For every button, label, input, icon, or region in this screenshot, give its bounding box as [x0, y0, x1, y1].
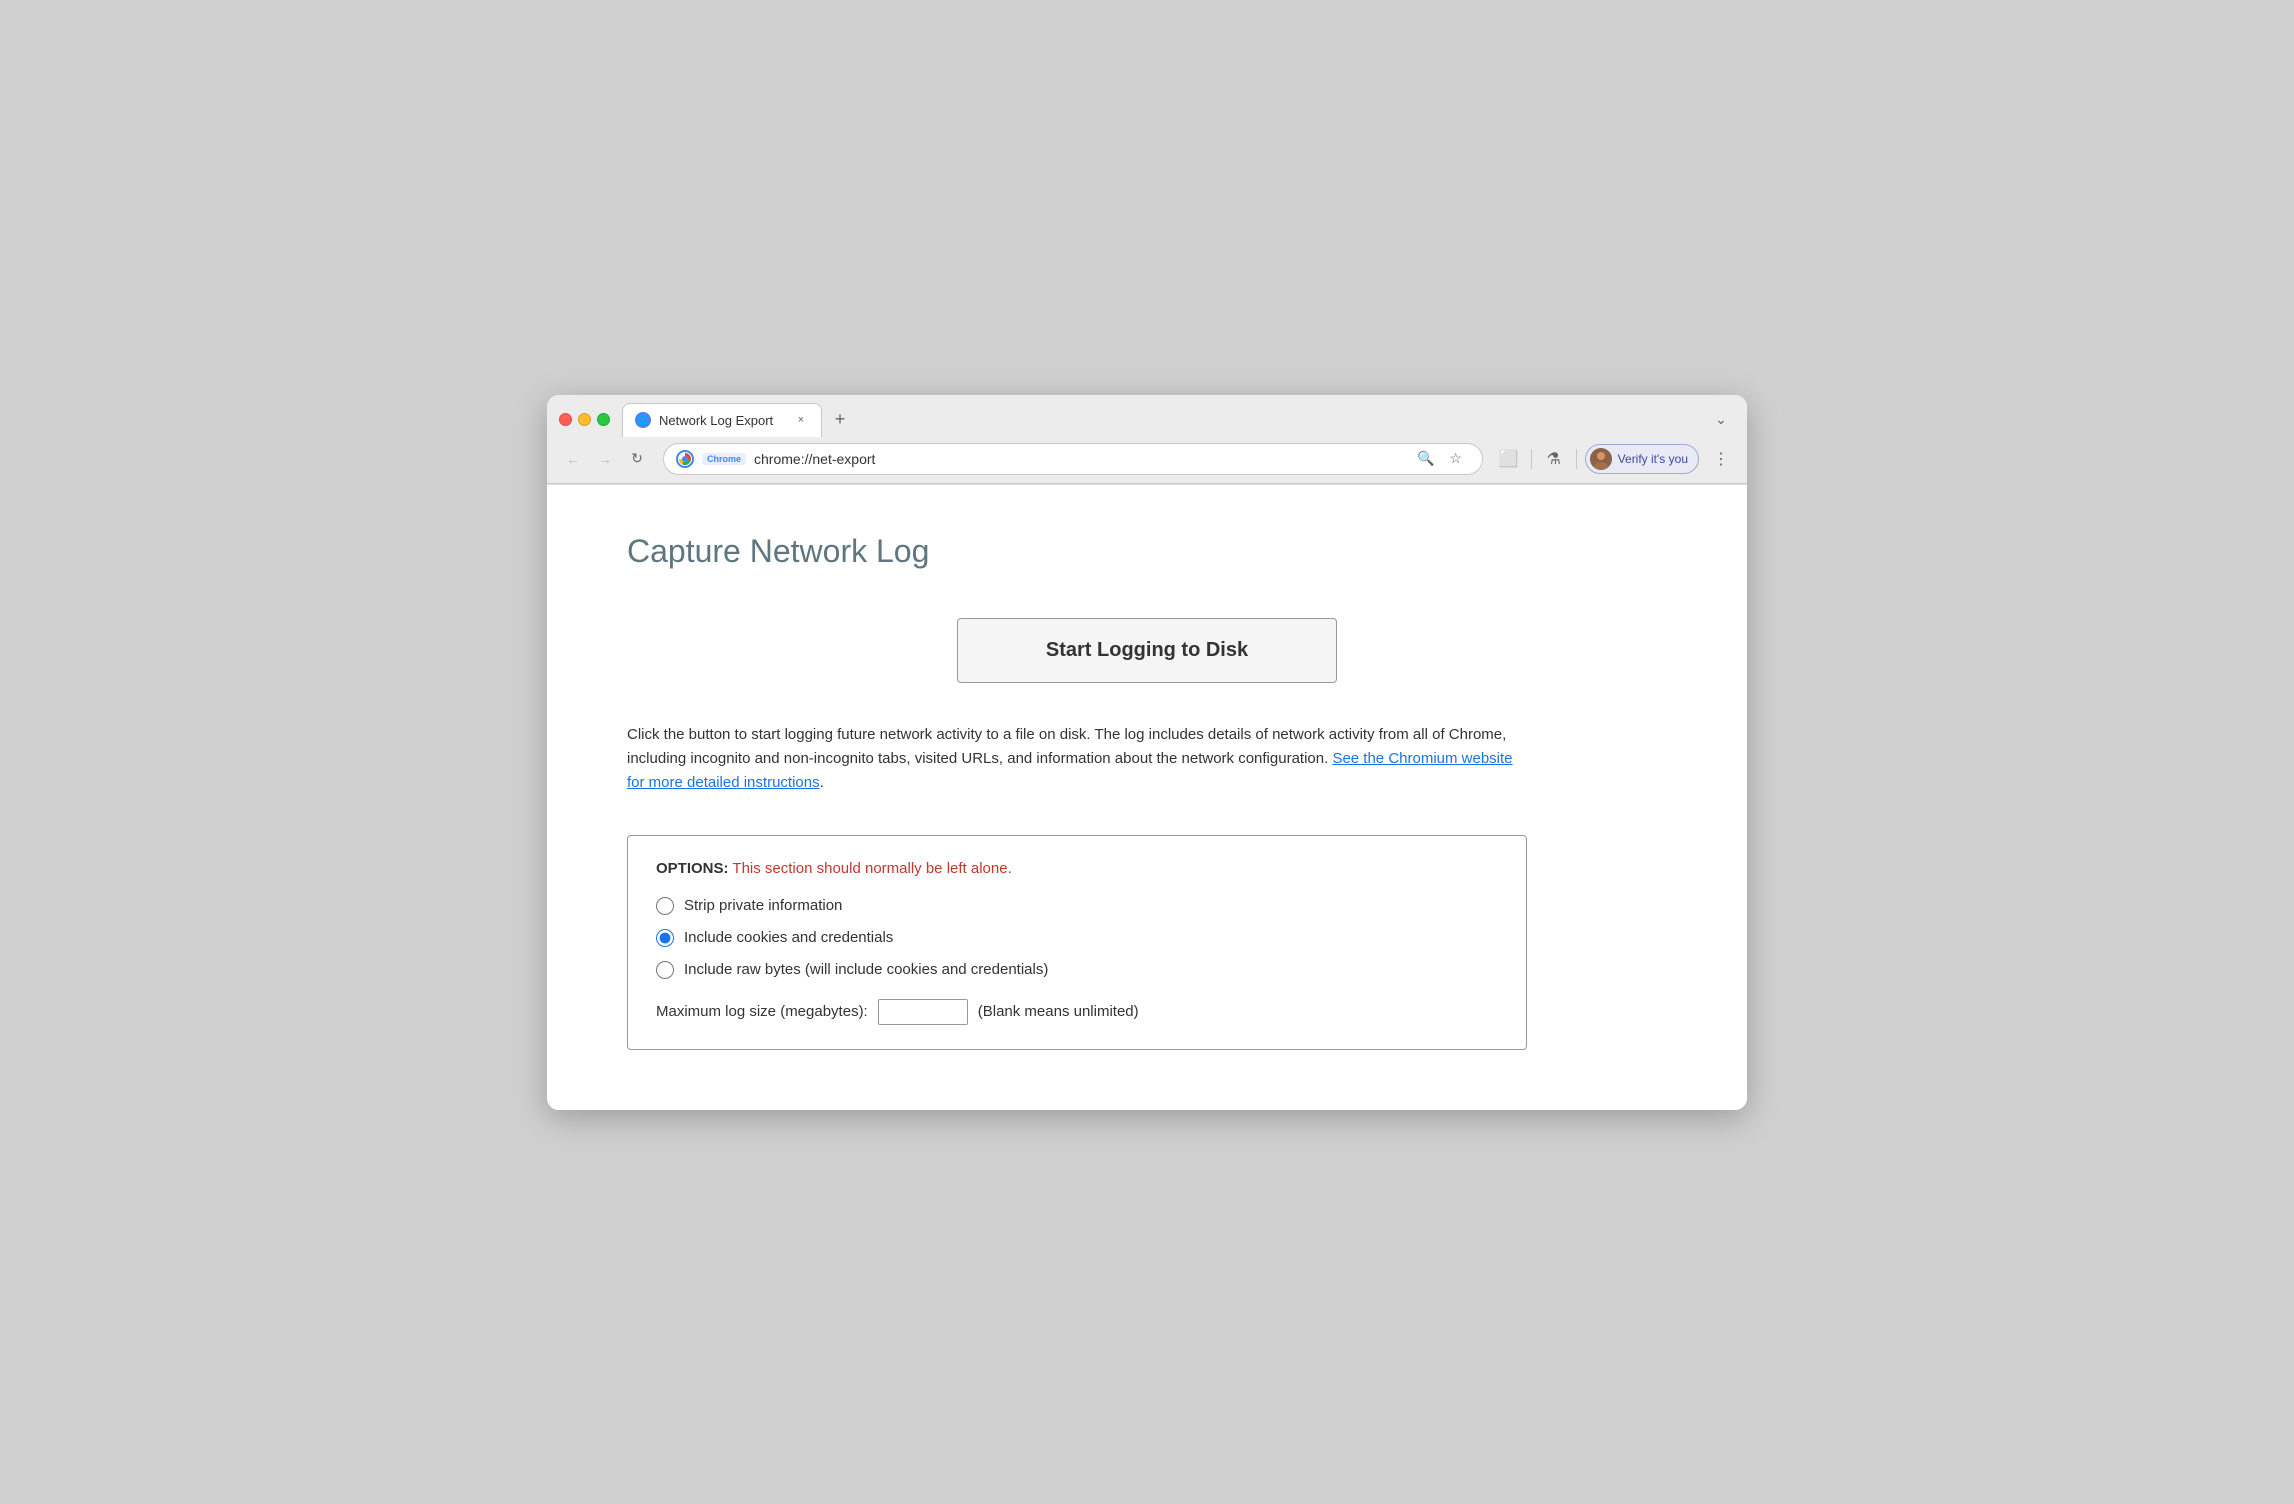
max-log-label: Maximum log size (megabytes):	[656, 1003, 868, 1020]
url-bar[interactable]: Chrome chrome://net-export 🔍 ☆	[663, 443, 1483, 475]
max-log-suffix: (Blank means unlimited)	[978, 1003, 1139, 1020]
start-logging-button[interactable]: Start Logging to Disk	[957, 618, 1337, 683]
chrome-icon	[676, 450, 694, 468]
radio-item-raw[interactable]: Include raw bytes (will include cookies …	[656, 961, 1498, 979]
menu-button[interactable]: ⋮	[1707, 445, 1735, 473]
new-tab-button[interactable]: +	[826, 406, 854, 434]
separator-2	[1576, 449, 1577, 469]
include-raw-bytes-radio[interactable]	[656, 961, 674, 979]
page-title: Capture Network Log	[627, 533, 1667, 570]
separator	[1531, 449, 1532, 469]
tab-bar: 🌐 Network Log Export × + ⌄	[547, 395, 1747, 437]
profile-button[interactable]: Verify it's you	[1585, 444, 1699, 474]
extension-icon[interactable]: ⬜	[1495, 445, 1523, 473]
strip-private-label: Strip private information	[684, 897, 842, 914]
strip-private-radio[interactable]	[656, 897, 674, 915]
url-text: chrome://net-export	[754, 451, 1404, 467]
reload-button[interactable]: ↻	[623, 445, 651, 473]
tab-title: Network Log Export	[659, 413, 785, 428]
max-log-input[interactable]	[878, 999, 968, 1025]
chrome-badge: Chrome	[702, 453, 746, 465]
title-bar: 🌐 Network Log Export × + ⌄ ← → ↻	[547, 395, 1747, 484]
profile-label: Verify it's you	[1618, 452, 1688, 466]
chevron-down-icon[interactable]: ⌄	[1707, 406, 1735, 434]
radio-item-cookies[interactable]: Include cookies and credentials	[656, 929, 1498, 947]
url-icons: 🔍 ☆	[1412, 445, 1470, 473]
lab-icon[interactable]: ⚗	[1540, 445, 1568, 473]
avatar	[1590, 448, 1612, 470]
traffic-lights	[559, 413, 610, 426]
search-icon[interactable]: 🔍	[1412, 445, 1440, 473]
tab-right-controls: ⌄	[1707, 406, 1735, 434]
tab-favicon-icon: 🌐	[635, 412, 651, 428]
tab-close-button[interactable]: ×	[793, 412, 809, 428]
options-header: OPTIONS: This section should normally be…	[656, 860, 1498, 877]
max-log-size-row: Maximum log size (megabytes): (Blank mea…	[656, 999, 1498, 1025]
close-button[interactable]	[559, 413, 572, 426]
maximize-button[interactable]	[597, 413, 610, 426]
include-cookies-radio[interactable]	[656, 929, 674, 947]
forward-button[interactable]: →	[591, 445, 619, 473]
options-warning: This section should normally be left alo…	[732, 860, 1011, 877]
options-box: OPTIONS: This section should normally be…	[627, 835, 1527, 1050]
bookmark-icon[interactable]: ☆	[1442, 445, 1470, 473]
browser-window: 🌐 Network Log Export × + ⌄ ← → ↻	[547, 395, 1747, 1110]
address-bar: ← → ↻ Chrome chrome://net-export 🔍 ☆	[547, 437, 1747, 483]
active-tab[interactable]: 🌐 Network Log Export ×	[622, 403, 822, 437]
description-text: Click the button to start logging future…	[627, 723, 1527, 795]
include-raw-bytes-label: Include raw bytes (will include cookies …	[684, 961, 1048, 978]
options-label: OPTIONS:	[656, 860, 729, 877]
radio-group: Strip private information Include cookie…	[656, 897, 1498, 979]
minimize-button[interactable]	[578, 413, 591, 426]
page-content: Capture Network Log Start Logging to Dis…	[547, 484, 1747, 1110]
include-cookies-label: Include cookies and credentials	[684, 929, 893, 946]
radio-item-strip[interactable]: Strip private information	[656, 897, 1498, 915]
back-button[interactable]: ←	[559, 445, 587, 473]
